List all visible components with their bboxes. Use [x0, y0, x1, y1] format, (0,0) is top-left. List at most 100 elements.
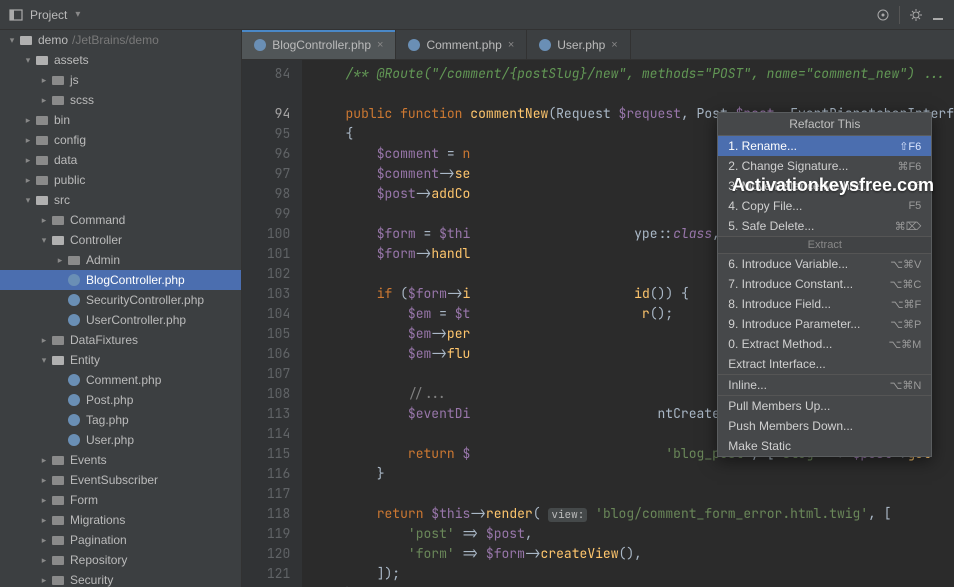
line-number[interactable]: 108 — [242, 384, 290, 404]
tree-row-public[interactable]: ▸public — [0, 170, 241, 190]
tree-arrow-icon[interactable]: ▸ — [38, 555, 50, 566]
tree-arrow-icon[interactable]: ▾ — [6, 35, 18, 46]
tree-row-events[interactable]: ▸Events — [0, 450, 241, 470]
line-number[interactable]: 96 — [242, 144, 290, 164]
menu-item-extract-interface-[interactable]: Extract Interface... — [718, 354, 931, 374]
tree-row-migrations[interactable]: ▸Migrations — [0, 510, 241, 530]
menu-item-inline-[interactable]: Inline...⌥⌘N — [718, 375, 931, 395]
tree-arrow-icon[interactable]: ▸ — [38, 475, 50, 486]
tree-row-post-php[interactable]: Post.php — [0, 390, 241, 410]
line-number[interactable]: 97 — [242, 164, 290, 184]
line-number[interactable]: 115 — [242, 444, 290, 464]
tree-row-demo[interactable]: ▾demo/JetBrains/demo — [0, 30, 241, 50]
line-number[interactable]: 94 — [242, 104, 290, 124]
line-number[interactable]: 113 — [242, 404, 290, 424]
tree-row-data[interactable]: ▸data — [0, 150, 241, 170]
menu-item-9-introduce-parameter-[interactable]: 9. Introduce Parameter...⌥⌘P — [718, 314, 931, 334]
menu-item-7-introduce-constant-[interactable]: 7. Introduce Constant...⌥⌘C — [718, 274, 931, 294]
project-tool-icon[interactable] — [8, 7, 24, 23]
line-number[interactable]: 98 — [242, 184, 290, 204]
tree-row-scss[interactable]: ▸scss — [0, 90, 241, 110]
menu-item-2-change-signature-[interactable]: 2. Change Signature...⌘F6 — [718, 156, 931, 176]
tree-row-controller[interactable]: ▾Controller — [0, 230, 241, 250]
line-number[interactable]: 121 — [242, 564, 290, 584]
close-icon[interactable]: × — [611, 39, 617, 51]
code-line[interactable]: ]); — [314, 564, 954, 584]
tree-arrow-icon[interactable]: ▸ — [38, 495, 50, 506]
tree-arrow-icon[interactable]: ▸ — [54, 255, 66, 266]
line-number[interactable]: 103 — [242, 284, 290, 304]
tab-comment-php[interactable]: Comment.php× — [396, 30, 527, 59]
tree-arrow-icon[interactable]: ▸ — [38, 335, 50, 346]
tree-row-user-php[interactable]: User.php — [0, 430, 241, 450]
tree-row-pagination[interactable]: ▸Pagination — [0, 530, 241, 550]
tree-row-tag-php[interactable]: Tag.php — [0, 410, 241, 430]
tree-row-blogcontroller-php[interactable]: BlogController.php — [0, 270, 241, 290]
code-line[interactable] — [314, 84, 954, 104]
line-number[interactable]: 117 — [242, 484, 290, 504]
code-line[interactable]: } — [314, 464, 954, 484]
tree-arrow-icon[interactable]: ▸ — [22, 175, 34, 186]
line-number[interactable]: 114 — [242, 424, 290, 444]
tree-arrow-icon[interactable]: ▾ — [38, 235, 50, 246]
menu-item-4-copy-file-[interactable]: 4. Copy File...F5 — [718, 196, 931, 216]
line-number[interactable]: 99 — [242, 204, 290, 224]
tree-row-eventsubscriber[interactable]: ▸EventSubscriber — [0, 470, 241, 490]
tree-row-src[interactable]: ▾src — [0, 190, 241, 210]
line-number[interactable]: 119 — [242, 524, 290, 544]
menu-item-1-rename-[interactable]: 1. Rename...⇧F6 — [718, 136, 931, 156]
close-icon[interactable]: × — [377, 39, 383, 51]
code-line[interactable]: 'post' => $post, — [314, 524, 954, 544]
tree-row-datafixtures[interactable]: ▸DataFixtures — [0, 330, 241, 350]
line-number[interactable]: 84 — [242, 64, 290, 84]
target-icon[interactable] — [875, 7, 891, 23]
tab-blogcontroller-php[interactable]: BlogController.php× — [242, 30, 396, 59]
tree-row-securitycontroller-php[interactable]: SecurityController.php — [0, 290, 241, 310]
line-number[interactable]: 104 — [242, 304, 290, 324]
code-line[interactable]: 'form' => $form->createView(), — [314, 544, 954, 564]
menu-item-pull-members-up-[interactable]: Pull Members Up... — [718, 396, 931, 416]
tree-arrow-icon[interactable]: ▾ — [22, 55, 34, 66]
project-label[interactable]: Project — [30, 8, 67, 22]
code-line[interactable] — [314, 484, 954, 504]
tree-row-assets[interactable]: ▾assets — [0, 50, 241, 70]
tree-arrow-icon[interactable]: ▸ — [38, 75, 50, 86]
tree-arrow-icon[interactable]: ▸ — [38, 215, 50, 226]
tree-row-bin[interactable]: ▸bin — [0, 110, 241, 130]
tree-arrow-icon[interactable]: ▸ — [38, 515, 50, 526]
tree-arrow-icon[interactable]: ▸ — [38, 535, 50, 546]
code-line[interactable]: return $this->render( view: 'blog/commen… — [314, 504, 954, 524]
tree-arrow-icon[interactable]: ▾ — [22, 195, 34, 206]
tree-arrow-icon[interactable]: ▾ — [38, 355, 50, 366]
tree-arrow-icon[interactable]: ▸ — [22, 115, 34, 126]
tree-arrow-icon[interactable]: ▸ — [38, 575, 50, 586]
menu-item-6-introduce-variable-[interactable]: 6. Introduce Variable...⌥⌘V — [718, 254, 931, 274]
tree-arrow-icon[interactable]: ▸ — [38, 95, 50, 106]
tree-row-security[interactable]: ▸Security — [0, 570, 241, 587]
line-number[interactable]: 120 — [242, 544, 290, 564]
line-number[interactable]: 107 — [242, 364, 290, 384]
tree-row-admin[interactable]: ▸Admin — [0, 250, 241, 270]
tree-arrow-icon[interactable]: ▸ — [22, 135, 34, 146]
tree-row-config[interactable]: ▸config — [0, 130, 241, 150]
code-line[interactable]: /** @Route("/comment/{postSlug}/new", me… — [314, 64, 954, 84]
line-number[interactable]: 106 — [242, 344, 290, 364]
tree-row-js[interactable]: ▸js — [0, 70, 241, 90]
tree-arrow-icon[interactable]: ▸ — [22, 155, 34, 166]
chevron-down-icon[interactable]: ▾ — [75, 9, 80, 20]
line-number[interactable]: 101 — [242, 244, 290, 264]
tree-row-entity[interactable]: ▾Entity — [0, 350, 241, 370]
menu-item-make-static[interactable]: Make Static — [718, 436, 931, 456]
menu-item-8-introduce-field-[interactable]: 8. Introduce Field...⌥⌘F — [718, 294, 931, 314]
line-number[interactable]: 118 — [242, 504, 290, 524]
minimize-icon[interactable] — [930, 7, 946, 23]
tree-arrow-icon[interactable]: ▸ — [38, 455, 50, 466]
tree-row-form[interactable]: ▸Form — [0, 490, 241, 510]
tree-row-usercontroller-php[interactable]: UserController.php — [0, 310, 241, 330]
gear-icon[interactable] — [908, 7, 924, 23]
tab-user-php[interactable]: User.php× — [527, 30, 630, 59]
line-number[interactable] — [242, 84, 290, 104]
project-tree[interactable]: ▾demo/JetBrains/demo▾assets▸js▸scss▸bin▸… — [0, 30, 242, 587]
line-number[interactable]: 100 — [242, 224, 290, 244]
tree-row-command[interactable]: ▸Command — [0, 210, 241, 230]
